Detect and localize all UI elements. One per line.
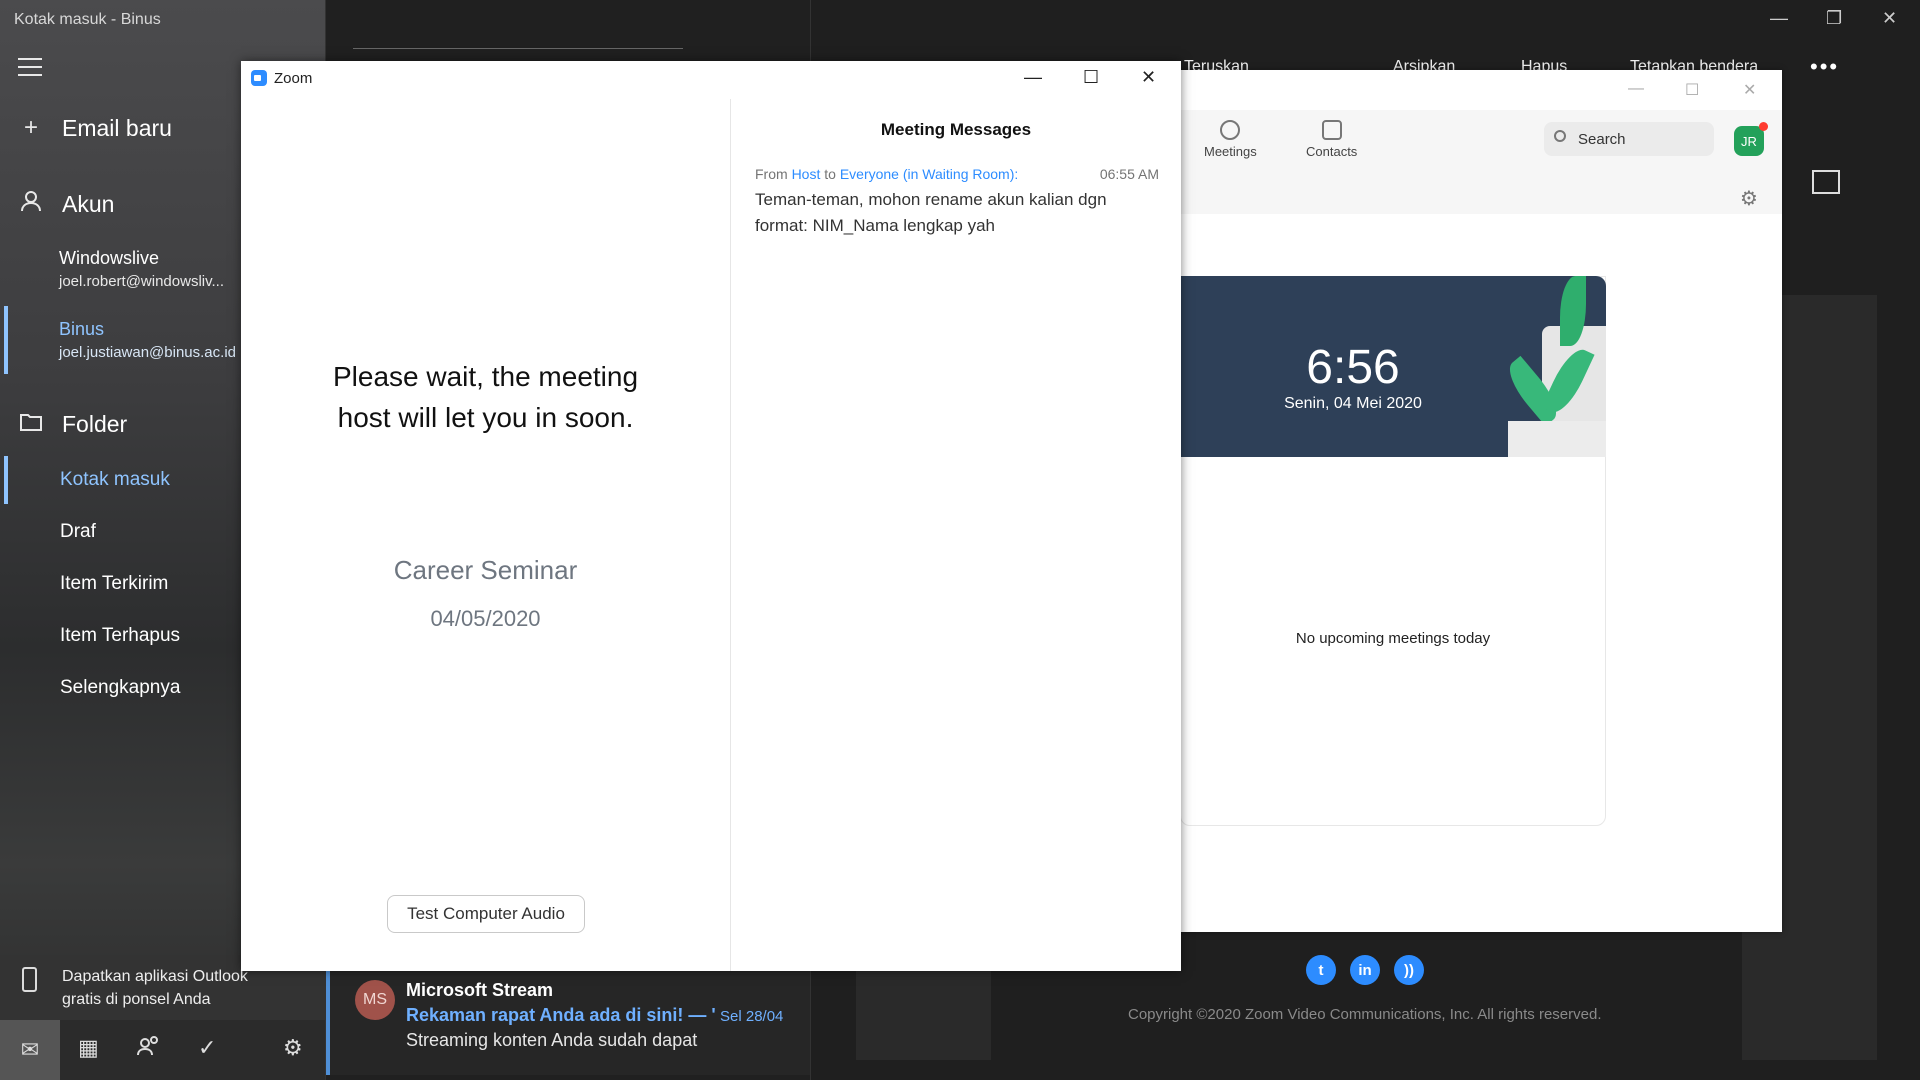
- zoom-home-close-button[interactable]: ✕: [1743, 80, 1756, 100]
- message-subject: Rekaman rapat Anda ada di sini! — ': [406, 1005, 716, 1025]
- zoom-home-maximize-button[interactable]: ☐: [1685, 80, 1699, 100]
- message-header: From Host to Everyone (in Waiting Room):…: [755, 166, 1159, 182]
- popout-icon[interactable]: [1812, 170, 1840, 194]
- mail-search-input[interactable]: [353, 48, 683, 62]
- folder-selection-indicator: [4, 456, 8, 504]
- account-windowslive[interactable]: Windowslive joel.robert@windowsliv...: [59, 248, 224, 290]
- tab-contacts-label: Contacts: [1306, 144, 1358, 159]
- waiting-message-line: host will let you in soon.: [337, 402, 634, 433]
- folder-more[interactable]: Selengkapnya: [60, 677, 180, 699]
- message-sender: Microsoft Stream: [406, 980, 554, 1000]
- accounts-header-label: Akun: [62, 191, 115, 217]
- tab-meetings[interactable]: Meetings: [1204, 120, 1257, 159]
- account-binus[interactable]: Binus joel.justiawan@binus.ac.id: [59, 319, 236, 361]
- zoom-logo-icon: [251, 70, 267, 86]
- clock-icon: [1220, 120, 1241, 140]
- promo-text: Dapatkan aplikasi Outlook gratis di pons…: [62, 965, 248, 1011]
- message-list-item[interactable]: MS Microsoft Stream Rekaman rapat Anda a…: [326, 970, 811, 1075]
- zoom-copyright: Copyright ©2020 Zoom Video Communication…: [1128, 1006, 1602, 1023]
- people-icon[interactable]: [137, 1035, 161, 1063]
- zoom-home-window: — ☐ ✕ Meetings Contacts Search JR ⚙ 6:56…: [1180, 70, 1782, 932]
- waiting-message-line: Please wait, the meeting: [332, 361, 639, 392]
- plant-pot-decoration: [1508, 421, 1606, 457]
- tab-meetings-label: Meetings: [1204, 144, 1257, 159]
- message-recipient: Everyone (in Waiting Room):: [839, 166, 1019, 182]
- folder-icon: [0, 410, 62, 438]
- clock-banner: 6:56 Senin, 04 Mei 2020: [1180, 276, 1606, 457]
- folder-drafts[interactable]: Draf: [60, 521, 96, 543]
- search-icon: [1554, 130, 1566, 142]
- sender-avatar: MS: [355, 980, 395, 1020]
- user-avatar[interactable]: JR: [1734, 126, 1764, 156]
- zoom-search-placeholder: Search: [1578, 131, 1626, 148]
- zoom-maximize-button[interactable]: ☐: [1083, 67, 1099, 88]
- zoom-minimize-button[interactable]: —: [1024, 67, 1042, 88]
- zoom-close-button[interactable]: ✕: [1141, 67, 1156, 88]
- account-email: joel.robert@windowsliv...: [59, 273, 225, 290]
- settings-gear-icon[interactable]: ⚙: [283, 1035, 303, 1061]
- zoom-window-title: Zoom: [274, 70, 313, 87]
- account-name: Windowslive: [59, 248, 160, 268]
- mail-close-button[interactable]: ✕: [1882, 8, 1897, 29]
- person-icon: [0, 190, 62, 219]
- current-time: 6:56: [1306, 341, 1400, 394]
- promo-line: gratis di ponsel Anda: [62, 991, 211, 1008]
- settings-gear-icon[interactable]: ⚙: [1740, 186, 1758, 211]
- twitter-icon[interactable]: t: [1306, 955, 1336, 985]
- meeting-name: Career Seminar: [393, 555, 578, 585]
- no-meetings-text: No upcoming meetings today: [1295, 630, 1491, 647]
- message-preview: Streaming konten Anda sudah dapat: [406, 1030, 698, 1050]
- plus-icon: +: [23, 114, 38, 141]
- message-to-label: to: [824, 166, 836, 182]
- phone-icon: [22, 967, 37, 992]
- message-date: Sel 28/04: [720, 1008, 784, 1025]
- notification-dot: [1759, 122, 1768, 131]
- meeting-messages-title: Meeting Messages: [880, 120, 1032, 139]
- message-body: Teman-teman, mohon rename akun kalian dg…: [755, 187, 1155, 239]
- meeting-date: 04/05/2020: [430, 606, 541, 631]
- more-options-icon[interactable]: •••: [1810, 54, 1839, 80]
- calendar-icon[interactable]: ▦: [78, 1035, 99, 1061]
- mail-bottom-bar: ✉ ▦ ✓ ⚙: [0, 1020, 325, 1080]
- contact-card-icon: [1321, 120, 1342, 140]
- message-body-line: Teman-teman, mohon rename akun kalian dg…: [755, 190, 1107, 209]
- pane-divider: [730, 99, 731, 971]
- linkedin-icon[interactable]: in: [1350, 955, 1380, 985]
- account-name: Binus: [59, 319, 105, 339]
- test-computer-audio-button[interactable]: Test Computer Audio: [387, 895, 585, 933]
- account-selection-indicator: [4, 306, 8, 374]
- message-body-line: format: NIM_Nama lengkap yah: [755, 216, 995, 235]
- zoom-home-minimize-button[interactable]: —: [1628, 80, 1644, 98]
- mail-restore-button[interactable]: ❐: [1826, 8, 1842, 29]
- promo-line: Dapatkan aplikasi Outlook: [62, 968, 248, 985]
- waiting-message: Please wait, the meeting host will let y…: [241, 356, 730, 438]
- message-from-label: From: [755, 166, 788, 182]
- mail-window-title: Kotak masuk - Binus: [14, 11, 161, 28]
- mail-icon[interactable]: ✉: [0, 1020, 60, 1080]
- tab-contacts[interactable]: Contacts: [1306, 120, 1357, 159]
- todo-icon[interactable]: ✓: [198, 1035, 216, 1061]
- message-time: 06:55 AM: [1099, 166, 1159, 182]
- folder-inbox[interactable]: Kotak masuk: [60, 469, 170, 491]
- zoom-waiting-room-window: Zoom — ☐ ✕ Please wait, the meeting host…: [241, 61, 1181, 971]
- zoom-title-bar[interactable]: Zoom — ☐ ✕: [241, 61, 1181, 95]
- message-sender: Host: [791, 166, 821, 182]
- new-email-label: Email baru: [62, 114, 172, 141]
- account-email: joel.justiawan@binus.ac.id: [59, 344, 236, 361]
- current-date: Senin, 04 Mei 2020: [1284, 395, 1422, 412]
- folder-sent[interactable]: Item Terkirim: [60, 573, 168, 595]
- folders-header-label: Folder: [62, 410, 128, 437]
- folder-deleted[interactable]: Item Terhapus: [60, 625, 180, 647]
- zoom-search-input[interactable]: Search: [1544, 122, 1714, 156]
- rss-icon[interactable]: )): [1394, 955, 1424, 985]
- mail-minimize-button[interactable]: —: [1770, 8, 1788, 29]
- hamburger-menu-icon[interactable]: [18, 58, 42, 76]
